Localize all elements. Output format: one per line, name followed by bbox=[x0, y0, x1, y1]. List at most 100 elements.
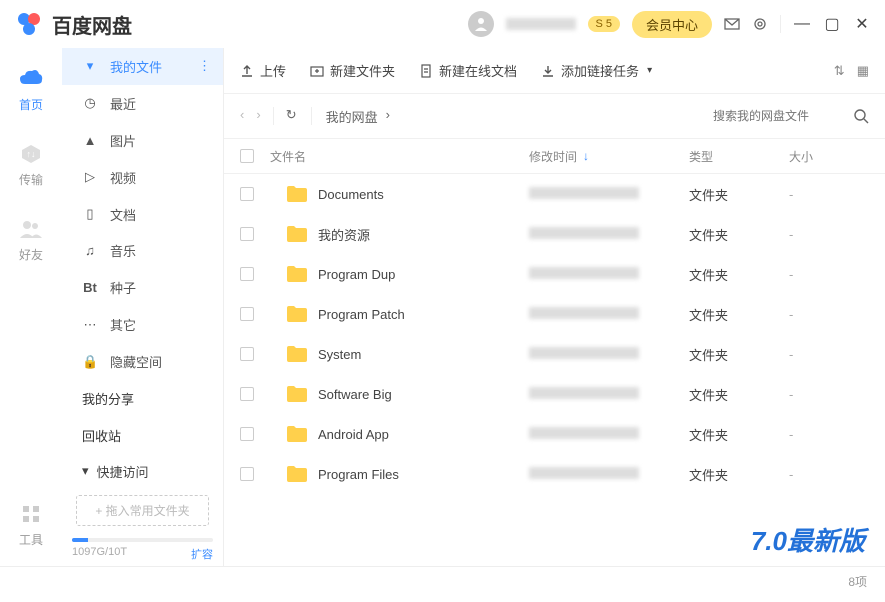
item-count: 8项 bbox=[848, 573, 867, 590]
music-icon: ♫ bbox=[82, 243, 98, 258]
file-name: Program Files bbox=[318, 467, 529, 482]
file-type: 文件夹 bbox=[689, 465, 789, 484]
sidebar-torrents[interactable]: Bt种子 bbox=[62, 269, 223, 306]
search-input[interactable] bbox=[713, 109, 843, 123]
image-icon: ▲ bbox=[82, 133, 98, 148]
new-folder-button[interactable]: 新建文件夹 bbox=[310, 61, 395, 80]
close-button[interactable]: ✕ bbox=[853, 14, 871, 34]
upload-button[interactable]: 上传 bbox=[240, 61, 286, 80]
chevron-down-icon: ▾ bbox=[82, 463, 89, 479]
nav-forward-button[interactable]: › bbox=[256, 107, 260, 125]
col-type-header[interactable]: 类型 bbox=[689, 148, 789, 165]
sidebar-music[interactable]: ♫音乐 bbox=[62, 233, 223, 270]
grid-view-button[interactable]: ▦ bbox=[857, 63, 869, 79]
sidebar-my-files[interactable]: ▾ 我的文件 ⋮ bbox=[62, 48, 223, 85]
avatar[interactable] bbox=[468, 11, 494, 37]
sort-button[interactable]: ⇅ bbox=[834, 63, 845, 79]
file-row[interactable]: Program Patch文件夹- bbox=[224, 294, 885, 334]
toolbar: 上传 新建文件夹 新建在线文档 添加链接任务▾ ⇅ ▦ bbox=[224, 48, 885, 94]
file-time bbox=[529, 427, 689, 442]
file-name: Android App bbox=[318, 427, 529, 442]
sidebar-videos[interactable]: ▷视频 bbox=[62, 159, 223, 196]
row-checkbox[interactable] bbox=[240, 427, 254, 441]
nav-tools[interactable]: 工具 bbox=[18, 501, 44, 548]
titlebar: 百度网盘 S 5 会员中心 — ▢ ✕ bbox=[0, 0, 885, 48]
mail-icon[interactable] bbox=[724, 16, 740, 32]
gear-icon[interactable] bbox=[752, 16, 768, 32]
file-name: Software Big bbox=[318, 387, 529, 402]
sidebar-recent[interactable]: ◷最近 bbox=[62, 85, 223, 122]
badge-s: S bbox=[596, 18, 603, 30]
sidebar: ▾ 我的文件 ⋮ ◷最近 ▲图片 ▷视频 ▯文档 ♫音乐 Bt种子 ⋯其它 🔒隐… bbox=[62, 48, 224, 566]
sidebar-other[interactable]: ⋯其它 bbox=[62, 306, 223, 343]
sidebar-hidden[interactable]: 🔒隐藏空间 bbox=[62, 343, 223, 380]
storage-text: 1097G/10T bbox=[72, 546, 127, 562]
sidebar-my-share[interactable]: 我的分享 bbox=[62, 380, 223, 417]
file-type: 文件夹 bbox=[689, 345, 789, 364]
file-row[interactable]: Documents文件夹- bbox=[224, 174, 885, 214]
sidebar-documents[interactable]: ▯文档 bbox=[62, 196, 223, 233]
storage-info: 1097G/10T 扩容 bbox=[62, 532, 223, 566]
pathbar: ‹ › ↻ 我的网盘 › bbox=[224, 94, 885, 138]
sidebar-label: 我的文件 bbox=[110, 57, 162, 76]
sidebar-images[interactable]: ▲图片 bbox=[62, 122, 223, 159]
file-row[interactable]: Program Dup文件夹- bbox=[224, 254, 885, 294]
row-checkbox[interactable] bbox=[240, 387, 254, 401]
maximize-button[interactable]: ▢ bbox=[823, 14, 841, 34]
nav-friends[interactable]: 好友 bbox=[18, 216, 44, 263]
drag-hint-box[interactable]: + 拖入常用文件夹 bbox=[76, 495, 209, 526]
file-row[interactable]: 我的资源文件夹- bbox=[224, 214, 885, 254]
folder-icon bbox=[286, 185, 308, 203]
expand-button[interactable]: 扩容 bbox=[191, 546, 213, 562]
row-checkbox[interactable] bbox=[240, 467, 254, 481]
col-time-header[interactable]: 修改时间↓ bbox=[529, 148, 689, 165]
folder-icon bbox=[286, 345, 308, 363]
file-row[interactable]: Software Big文件夹- bbox=[224, 374, 885, 414]
file-size: - bbox=[789, 467, 869, 482]
points-badge[interactable]: S 5 bbox=[588, 16, 620, 32]
folder-icon bbox=[286, 465, 308, 483]
row-checkbox[interactable] bbox=[240, 307, 254, 321]
content-area: 上传 新建文件夹 新建在线文档 添加链接任务▾ ⇅ ▦ ‹ › ↻ 我的网盘 › bbox=[224, 48, 885, 566]
refresh-button[interactable]: ↻ bbox=[286, 107, 297, 125]
file-name: 我的资源 bbox=[318, 225, 529, 244]
file-name: Program Patch bbox=[318, 307, 529, 322]
file-row[interactable]: System文件夹- bbox=[224, 334, 885, 374]
separator bbox=[780, 15, 781, 33]
file-size: - bbox=[789, 387, 869, 402]
file-row[interactable]: Android App文件夹- bbox=[224, 414, 885, 454]
file-size: - bbox=[789, 267, 869, 282]
vip-center-button[interactable]: 会员中心 bbox=[632, 11, 712, 38]
row-checkbox[interactable] bbox=[240, 187, 254, 201]
file-time bbox=[529, 307, 689, 322]
username-blurred bbox=[506, 18, 576, 30]
nav-home[interactable]: 首页 bbox=[18, 66, 44, 113]
doc-plus-icon bbox=[419, 64, 433, 78]
breadcrumb: 我的网盘 › bbox=[326, 107, 390, 126]
add-link-button[interactable]: 添加链接任务▾ bbox=[541, 61, 652, 80]
file-type: 文件夹 bbox=[689, 185, 789, 204]
select-all-checkbox[interactable] bbox=[240, 149, 254, 163]
folder-icon bbox=[286, 385, 308, 403]
col-size-header[interactable]: 大小 bbox=[789, 148, 869, 165]
sidebar-recycle[interactable]: 回收站 bbox=[62, 417, 223, 454]
row-checkbox[interactable] bbox=[240, 347, 254, 361]
file-row[interactable]: Program Files 文件夹- bbox=[224, 454, 885, 494]
nav-back-button[interactable]: ‹ bbox=[240, 107, 244, 125]
search-icon[interactable] bbox=[853, 108, 869, 124]
col-name-header[interactable]: 文件名 bbox=[270, 148, 529, 165]
version-watermark: 7.0最新版 bbox=[751, 521, 865, 558]
nav-transfer[interactable]: ↑↓ 传输 bbox=[18, 141, 44, 188]
more-icon[interactable]: ⋮ bbox=[198, 58, 211, 74]
file-time bbox=[529, 267, 689, 282]
minimize-button[interactable]: — bbox=[793, 15, 811, 33]
left-nav: 首页 ↑↓ 传输 好友 工具 bbox=[0, 48, 62, 566]
cloud-icon bbox=[18, 66, 44, 92]
svg-text:↑↓: ↑↓ bbox=[27, 149, 36, 159]
badge-count: 5 bbox=[606, 18, 612, 30]
row-checkbox[interactable] bbox=[240, 227, 254, 241]
row-checkbox[interactable] bbox=[240, 267, 254, 281]
sidebar-quick-access[interactable]: ▾快捷访问 bbox=[62, 454, 223, 489]
breadcrumb-root[interactable]: 我的网盘 bbox=[326, 107, 378, 126]
new-doc-button[interactable]: 新建在线文档 bbox=[419, 61, 517, 80]
